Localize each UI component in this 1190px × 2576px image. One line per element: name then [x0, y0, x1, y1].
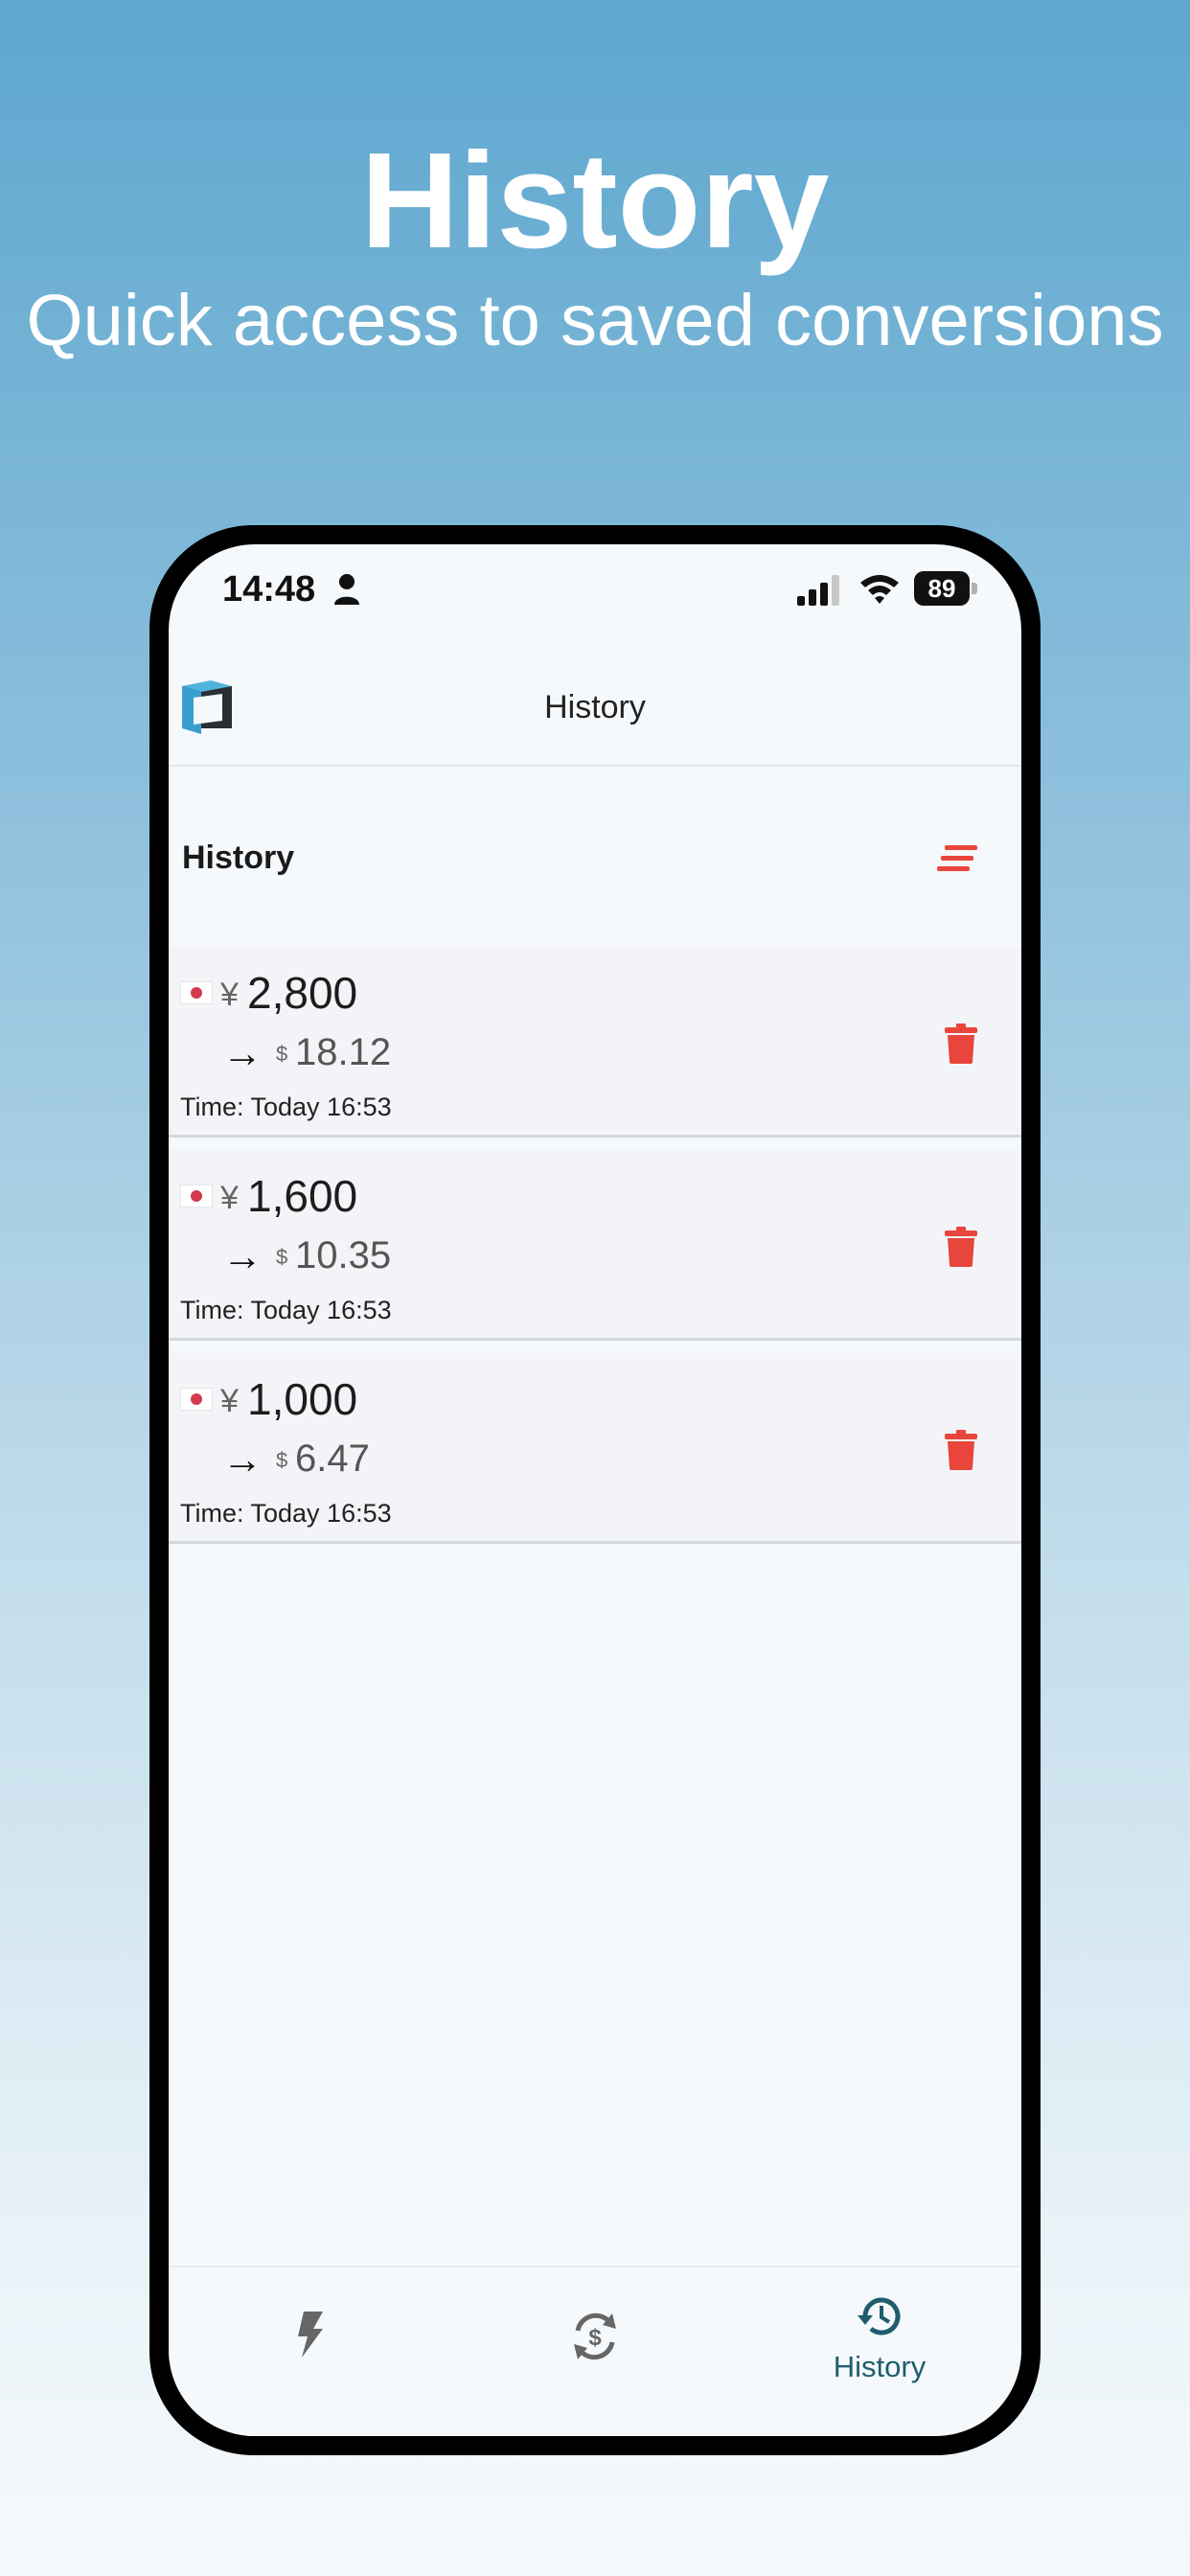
phone-screen: 14:48 89 History History ¥ 2,800 → $ 18.… — [169, 544, 1021, 2436]
trash-icon[interactable] — [945, 1227, 977, 1267]
tab-history[interactable]: History — [738, 2267, 1021, 2436]
japan-flag-icon — [180, 981, 213, 1004]
from-currency-symbol: ¥ — [220, 977, 239, 1013]
from-amount: 1,600 — [247, 1171, 358, 1221]
japan-flag-icon — [180, 1184, 213, 1208]
person-icon — [334, 574, 359, 605]
to-currency-symbol: $ — [276, 1042, 288, 1066]
tab-quick-convert[interactable] — [169, 2267, 452, 2436]
history-item[interactable]: ¥ 1,000 → $ 6.47 Time: Today 16:53 — [169, 1353, 1021, 1544]
to-amount: 6.47 — [295, 1438, 370, 1480]
status-time: 14:48 — [222, 569, 316, 610]
battery-tip — [972, 583, 977, 594]
from-currency-symbol: ¥ — [220, 1383, 239, 1419]
tab-converter[interactable]: $ — [453, 2267, 737, 2436]
from-currency-symbol: ¥ — [220, 1180, 239, 1216]
hero-subtitle: Quick access to saved conversions — [26, 280, 1164, 361]
trash-icon[interactable] — [945, 1430, 977, 1470]
history-item[interactable]: ¥ 1,600 → $ 10.35 Time: Today 16:53 — [169, 1150, 1021, 1341]
header-divider — [169, 765, 1021, 767]
to-currency-symbol: $ — [276, 1245, 288, 1269]
from-amount: 2,800 — [247, 968, 358, 1018]
header-title: History — [544, 689, 646, 725]
section-title: History — [182, 840, 295, 876]
to-amount: 18.12 — [295, 1031, 392, 1073]
arrow-icon: → — [222, 1030, 263, 1075]
battery-icon: 89 — [914, 571, 970, 606]
to-currency-symbol: $ — [276, 1448, 288, 1472]
timestamp: Time: Today 16:53 — [180, 1092, 392, 1121]
japan-flag-icon — [180, 1388, 213, 1411]
timestamp: Time: Today 16:53 — [180, 1296, 392, 1324]
history-clock-icon — [858, 2297, 901, 2335]
arrow-icon: → — [222, 1437, 263, 1482]
tab-bar: $ History — [169, 2266, 1021, 2436]
hero-title: History — [360, 125, 830, 277]
signal-icon — [797, 575, 839, 606]
sort-icon[interactable] — [937, 843, 979, 874]
lightning-icon — [298, 2312, 323, 2358]
from-amount: 1,000 — [247, 1374, 358, 1424]
tab-history-label: History — [833, 2350, 927, 2383]
history-item[interactable]: ¥ 2,800 → $ 18.12 Time: Today 16:53 — [169, 947, 1021, 1138]
to-amount: 10.35 — [295, 1234, 392, 1276]
wifi-icon — [860, 575, 899, 604]
arrow-icon: → — [222, 1233, 263, 1278]
trash-icon[interactable] — [945, 1024, 977, 1064]
timestamp: Time: Today 16:53 — [180, 1499, 392, 1528]
history-list: ¥ 2,800 → $ 18.12 Time: Today 16:53 ¥ 1,… — [169, 947, 1021, 1556]
currency-exchange-icon: $ — [574, 2312, 616, 2360]
svg-text:$: $ — [588, 2325, 602, 2351]
